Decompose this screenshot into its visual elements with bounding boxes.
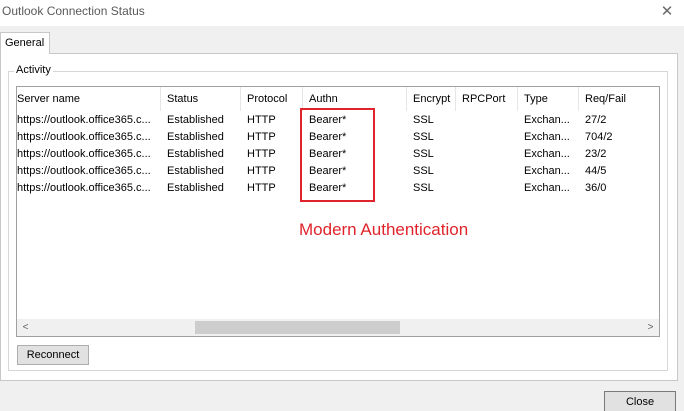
cell-encrypt: SSL <box>413 182 434 194</box>
dialog-footer <box>0 381 684 411</box>
column-header-encrypt[interactable]: Encrypt <box>407 87 456 111</box>
column-header-server-name[interactable]: Server name <box>17 87 161 111</box>
cell-status: Established <box>167 165 224 177</box>
cell-encrypt: SSL <box>413 114 434 126</box>
cell-rpcport <box>456 180 518 197</box>
cell-req-fail: 27/2 <box>585 114 607 126</box>
cell-encrypt: SSL <box>413 165 434 177</box>
cell-rpcport <box>456 163 518 180</box>
activity-group-label: Activity <box>14 64 53 76</box>
cell-type: Exchan... <box>524 131 570 143</box>
tab-general[interactable]: General <box>0 32 50 54</box>
column-header-type[interactable]: Type <box>518 87 579 111</box>
cell-req-fail: 36/0 <box>585 182 607 194</box>
close-button[interactable]: Close <box>604 391 676 411</box>
cell-status: Established <box>167 114 224 126</box>
title-bar: Outlook Connection Status ✕ <box>0 0 684 26</box>
cell-status: Established <box>167 148 224 160</box>
cell-rpcport <box>456 112 518 129</box>
cell-type: Exchan... <box>524 182 570 194</box>
cell-protocol: HTTP <box>247 165 276 177</box>
cell-rpcport <box>456 129 518 146</box>
scroll-right-icon[interactable]: > <box>642 319 659 336</box>
cell-server-name: https://outlook.office365.c... <box>17 182 151 194</box>
cell-protocol: HTTP <box>247 131 276 143</box>
cell-type: Exchan... <box>524 114 570 126</box>
scroll-left-icon[interactable]: < <box>17 319 34 336</box>
cell-server-name: https://outlook.office365.c... <box>17 148 151 160</box>
column-header-rpcport[interactable]: RPCPort <box>456 87 518 111</box>
cell-encrypt: SSL <box>413 148 434 160</box>
cell-status: Established <box>167 182 224 194</box>
cell-status: Established <box>167 131 224 143</box>
cell-protocol: HTTP <box>247 114 276 126</box>
reconnect-button[interactable]: Reconnect <box>17 345 89 365</box>
cell-protocol: HTTP <box>247 148 276 160</box>
cell-server-name: https://outlook.office365.c... <box>17 114 151 126</box>
scrollbar-thumb[interactable] <box>195 321 400 334</box>
cell-server-name: https://outlook.office365.c... <box>17 131 151 143</box>
cell-type: Exchan... <box>524 148 570 160</box>
window-title: Outlook Connection Status <box>2 4 145 18</box>
column-header-req-fail[interactable]: Req/Fail <box>579 87 659 111</box>
cell-type: Exchan... <box>524 165 570 177</box>
cell-req-fail: 704/2 <box>585 131 613 143</box>
column-header-protocol[interactable]: Protocol <box>241 87 303 111</box>
horizontal-scrollbar[interactable]: < > <box>17 319 659 336</box>
cell-req-fail: 44/5 <box>585 165 607 177</box>
cell-protocol: HTTP <box>247 182 276 194</box>
cell-encrypt: SSL <box>413 131 434 143</box>
authn-highlight-box <box>300 108 375 202</box>
cell-server-name: https://outlook.office365.c... <box>17 165 151 177</box>
cell-req-fail: 23/2 <box>585 148 607 160</box>
cell-rpcport <box>456 146 518 163</box>
column-header-status[interactable]: Status <box>161 87 241 111</box>
modern-auth-annotation: Modern Authentication <box>299 220 469 239</box>
close-icon[interactable]: ✕ <box>656 2 678 22</box>
